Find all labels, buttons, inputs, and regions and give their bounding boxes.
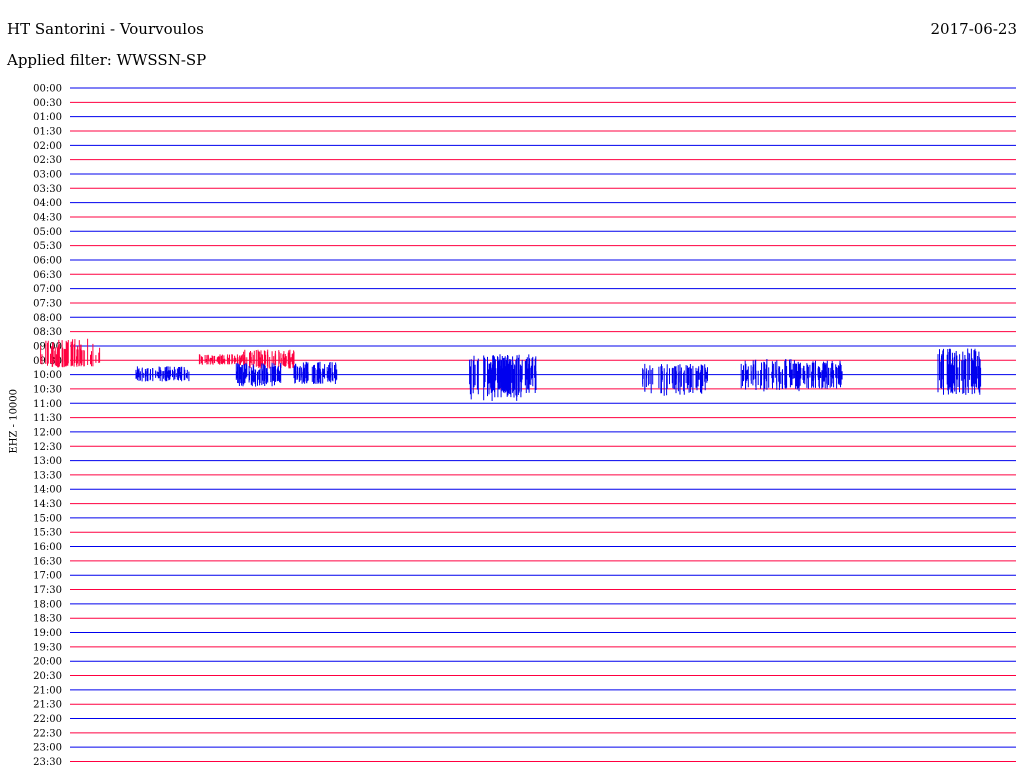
time-tick-label: 19:30: [33, 642, 62, 653]
time-tick-label: 17:00: [33, 571, 62, 582]
time-tick-label: 06:30: [33, 270, 62, 281]
time-tick-labels: 00:00 00:30 01:00 01:30 02:00 02:30 03:00 03:30…: [33, 84, 62, 769]
time-tick-label: 16:30: [33, 556, 62, 567]
time-tick-label: 15:30: [33, 528, 62, 539]
time-tick-label: 02:30: [33, 155, 62, 166]
seismic-event: [293, 361, 338, 384]
event-trace: [937, 348, 982, 395]
time-tick-label: 19:00: [33, 628, 62, 639]
time-tick-label: 04:00: [33, 198, 62, 209]
time-tick-label: 22:30: [33, 728, 62, 739]
time-tick-label: 18:00: [33, 599, 62, 610]
seismic-event: [740, 359, 800, 392]
time-tick-label: 13:30: [33, 470, 62, 481]
event-trace: [293, 361, 338, 384]
time-tick-label: 05:00: [33, 227, 62, 238]
event-trace: [243, 349, 295, 369]
time-tick-label: 01:30: [33, 126, 62, 137]
event-trace: [642, 363, 708, 396]
time-tick-label: 05:30: [33, 241, 62, 252]
time-tick-label: 14:30: [33, 499, 62, 510]
seismic-event: [243, 349, 295, 369]
time-tick-label: 21:30: [33, 700, 62, 711]
time-tick-label: 17:30: [33, 585, 62, 596]
time-tick-label: 08:00: [33, 313, 62, 324]
time-tick-label: 14:00: [33, 485, 62, 496]
time-tick-label: 00:00: [33, 84, 62, 95]
time-tick-label: 00:30: [33, 98, 62, 109]
time-tick-label: 11:00: [33, 399, 62, 410]
time-tick-label: 03:00: [33, 169, 62, 180]
time-tick-label: 04:30: [33, 212, 62, 223]
time-tick-label: 18:30: [33, 614, 62, 625]
time-tick-label: 20:00: [33, 657, 62, 668]
time-tick-label: 12:30: [33, 442, 62, 453]
time-tick-label: 21:00: [33, 685, 62, 696]
seismic-event: [937, 348, 982, 395]
time-tick-label: 16:00: [33, 542, 62, 553]
time-tick-label: 23:00: [33, 743, 62, 754]
time-tick-label: 10:00: [33, 370, 62, 381]
time-tick-label: 15:00: [33, 513, 62, 524]
time-tick-label: 06:00: [33, 255, 62, 266]
seismogram-page: HT Santorini - Vourvoulos 2017-06-23 App…: [0, 0, 1024, 780]
time-tick-label: 08:30: [33, 327, 62, 338]
seismic-event: [642, 363, 708, 396]
time-tick-label: 07:30: [33, 298, 62, 309]
time-tick-label: 13:00: [33, 456, 62, 467]
time-tick-label: 12:00: [33, 427, 62, 438]
helicorder-chart: 00:00 00:30 01:00 01:30 02:00 02:30 03:00 03:30…: [33, 84, 1016, 769]
time-tick-label: 03:30: [33, 184, 62, 195]
time-tick-label: 23:30: [33, 757, 62, 768]
time-tick-label: 22:00: [33, 714, 62, 725]
time-tick-label: 01:00: [33, 112, 62, 123]
time-tick-label: 10:30: [33, 384, 62, 395]
row-lines: [70, 87, 1016, 763]
time-tick-label: 02:00: [33, 141, 62, 152]
seismic-event: [135, 366, 190, 382]
seismic-traces: [40, 338, 982, 401]
time-tick-label: 07:00: [33, 284, 62, 295]
event-trace: [740, 359, 800, 392]
event-trace: [135, 366, 190, 382]
time-tick-label: 11:30: [33, 413, 62, 424]
time-tick-label: 20:30: [33, 671, 62, 682]
